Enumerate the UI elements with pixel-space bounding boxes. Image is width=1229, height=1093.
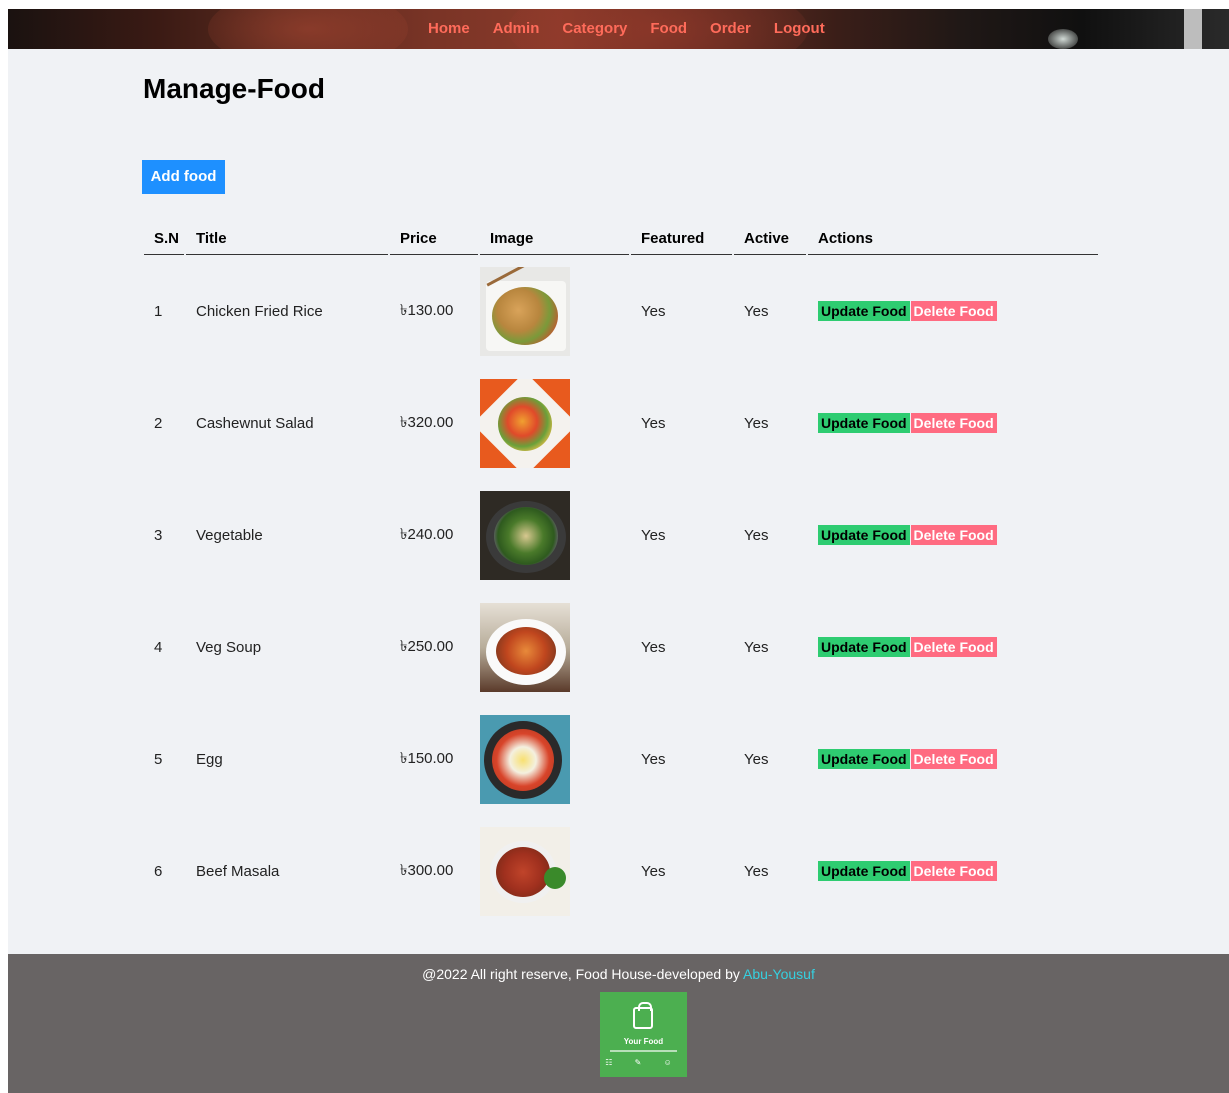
- table-row: 4 Veg Soup ৳250.00 Yes Yes Update Food De…: [144, 591, 1098, 703]
- top-navigation: Home Admin Category Food Order Logout: [8, 9, 1229, 49]
- row-price: ৳130.00: [400, 301, 454, 319]
- row-title: Veg Soup: [196, 638, 262, 656]
- table-row: 2 Cashewnut Salad ৳320.00 Yes Yes Update…: [144, 367, 1098, 479]
- row-sn: 3: [154, 526, 163, 544]
- row-active: Yes: [744, 302, 769, 320]
- row-sn: 5: [154, 750, 163, 768]
- logo-tagline: [610, 1050, 677, 1052]
- row-featured: Yes: [641, 750, 666, 768]
- column-header-title: Title: [186, 222, 388, 255]
- author-link[interactable]: Abu-Yousuf: [743, 966, 815, 982]
- row-title: Beef Masala: [196, 862, 280, 880]
- nav-link-home[interactable]: Home: [428, 20, 470, 37]
- logo-icons: ☷ ✎ ☺: [605, 1058, 682, 1067]
- page-frame: Home Admin Category Food Order Logout Ma…: [8, 9, 1229, 1093]
- food-table: S.N Title Price Image Featured Active Ac…: [142, 222, 1100, 927]
- row-price: ৳240.00: [400, 525, 454, 543]
- food-image-salad: [480, 378, 570, 468]
- row-featured: Yes: [641, 526, 666, 544]
- table-row: 1 Chicken Fried Rice ৳130.00 Yes Yes Upd…: [144, 255, 1098, 367]
- food-image-soup: [480, 602, 570, 692]
- table-row: 5 Egg ৳150.00 Yes Yes Update Food Delete …: [144, 703, 1098, 815]
- row-title: Vegetable: [196, 526, 263, 544]
- row-active: Yes: [744, 862, 769, 880]
- footer-credit: @2022 All right reserve, Food House-deve…: [8, 966, 1229, 982]
- update-food-button[interactable]: Update Food: [818, 413, 910, 433]
- table-row: 3 Vegetable ৳240.00 Yes Yes Update Food D…: [144, 479, 1098, 591]
- row-price: ৳150.00: [400, 749, 454, 767]
- row-featured: Yes: [641, 302, 666, 320]
- nav-link-category[interactable]: Category: [562, 20, 627, 37]
- footer: @2022 All right reserve, Food House-deve…: [8, 954, 1229, 1093]
- food-image-fried-rice: [480, 266, 570, 356]
- column-header-price: Price: [390, 222, 478, 255]
- delete-food-button[interactable]: Delete Food: [910, 525, 997, 545]
- nav-link-logout[interactable]: Logout: [774, 20, 825, 37]
- column-header-featured: Featured: [631, 222, 732, 255]
- table-row: 6 Beef Masala ৳300.00 Yes Yes Update Foo…: [144, 815, 1098, 927]
- row-sn: 4: [154, 638, 163, 656]
- column-header-image: Image: [480, 222, 629, 255]
- food-image-vegetable: [480, 490, 570, 580]
- food-image-beef-masala: [480, 826, 570, 916]
- delete-food-button[interactable]: Delete Food: [910, 861, 997, 881]
- nav-link-order[interactable]: Order: [710, 20, 751, 37]
- update-food-button[interactable]: Update Food: [818, 749, 910, 769]
- column-header-actions: Actions: [808, 222, 1098, 255]
- delete-food-button[interactable]: Delete Food: [910, 749, 997, 769]
- row-title: Chicken Fried Rice: [196, 302, 323, 320]
- food-image-egg: [480, 714, 570, 804]
- column-header-active: Active: [734, 222, 806, 255]
- row-price: ৳300.00: [400, 861, 454, 879]
- nav-menu: Home Admin Category Food Order Logout: [428, 20, 825, 37]
- row-active: Yes: [744, 638, 769, 656]
- delete-food-button[interactable]: Delete Food: [910, 413, 997, 433]
- row-featured: Yes: [641, 638, 666, 656]
- add-food-button[interactable]: Add food: [142, 160, 225, 194]
- update-food-button[interactable]: Update Food: [818, 301, 910, 321]
- row-title: Egg: [196, 750, 223, 768]
- update-food-button[interactable]: Update Food: [818, 637, 910, 657]
- column-header-sn: S.N: [144, 222, 184, 255]
- shopping-bag-icon: [633, 1002, 653, 1029]
- nav-link-admin[interactable]: Admin: [493, 20, 540, 37]
- delete-food-button[interactable]: Delete Food: [910, 301, 997, 321]
- delete-food-button[interactable]: Delete Food: [910, 637, 997, 657]
- row-active: Yes: [744, 750, 769, 768]
- row-price: ৳320.00: [400, 413, 454, 431]
- row-featured: Yes: [641, 862, 666, 880]
- your-food-logo: Your Food ☷ ✎ ☺: [600, 992, 687, 1077]
- update-food-button[interactable]: Update Food: [818, 525, 910, 545]
- row-title: Cashewnut Salad: [196, 414, 314, 432]
- credit-text: @2022 All right reserve, Food House-deve…: [422, 966, 743, 982]
- update-food-button[interactable]: Update Food: [818, 861, 910, 881]
- row-sn: 1: [154, 302, 163, 320]
- row-active: Yes: [744, 526, 769, 544]
- row-sn: 2: [154, 414, 163, 432]
- row-price: ৳250.00: [400, 637, 454, 655]
- logo-name: Your Food: [623, 1037, 664, 1046]
- row-active: Yes: [744, 414, 769, 432]
- nav-link-food[interactable]: Food: [650, 20, 687, 37]
- row-sn: 6: [154, 862, 163, 880]
- page-title: Manage-Food: [143, 73, 325, 104]
- table-header-row: S.N Title Price Image Featured Active Ac…: [144, 222, 1098, 255]
- row-featured: Yes: [641, 414, 666, 432]
